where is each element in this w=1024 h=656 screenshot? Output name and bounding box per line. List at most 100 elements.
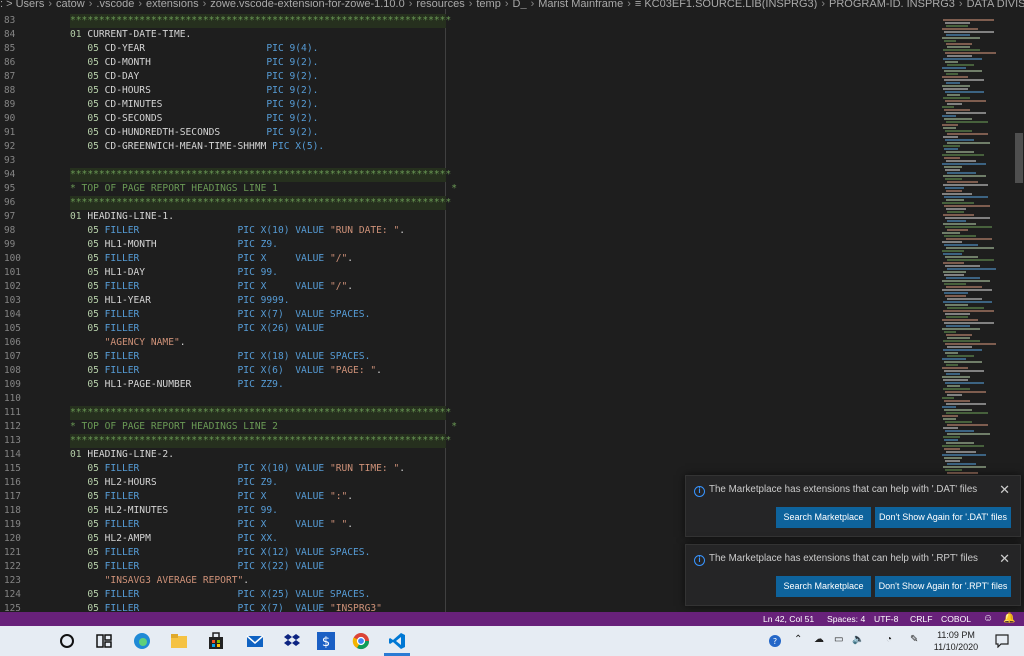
code-line[interactable]: 91 05 CD-HUNDREDTH-SECONDS PIC 9(2). [0, 126, 938, 140]
code-line[interactable]: 107 05 FILLER PIC X(18) VALUE SPACES. [0, 350, 938, 364]
feedback-icon[interactable]: ☺ [983, 612, 993, 626]
code-line[interactable]: 101 05 HL1-DAY PIC 99. [0, 266, 938, 280]
line-number: 102 [4, 281, 21, 292]
line-number: 124 [4, 589, 21, 600]
code-line[interactable]: 114 01 HEADING-LINE-2. [0, 448, 938, 462]
breadcrumb-item[interactable]: ≡ KC03EF1.SOURCE.LIB(INSPRG3) [635, 0, 817, 9]
code-line[interactable]: 98 05 FILLER PIC X(10) VALUE "RUN DATE: … [0, 224, 938, 238]
code-line[interactable]: 83 **************************************… [0, 14, 938, 28]
code-text: 05 HL2-HOURS PIC Z9. [70, 476, 278, 490]
edge-browser-icon[interactable] [133, 632, 151, 650]
code-line[interactable]: 108 05 FILLER PIC X(6) VALUE "PAGE: ". [0, 364, 938, 378]
file-explorer-icon[interactable] [170, 632, 188, 650]
line-number: 99 [4, 239, 16, 250]
code-line[interactable]: 99 05 HL1-MONTH PIC Z9. [0, 238, 938, 252]
code-line[interactable]: 97 01 HEADING-LINE-1. [0, 210, 938, 224]
encoding-setting[interactable]: UTF-8 [874, 612, 898, 626]
breadcrumb-item[interactable]: catow [56, 0, 85, 9]
code-line[interactable]: 94 **************************************… [0, 168, 938, 182]
minimap-line [944, 157, 960, 159]
code-line[interactable]: 89 05 CD-MINUTES PIC 9(2). [0, 98, 938, 112]
code-line[interactable]: 112 * TOP OF PAGE REPORT HEADINGS LINE 2 … [0, 420, 938, 434]
code-line[interactable]: 110 [0, 392, 938, 406]
code-line[interactable]: 103 05 HL1-YEAR PIC 9999. [0, 294, 938, 308]
dont-show-again-button[interactable]: Don't Show Again for '.RPT' files [875, 576, 1011, 597]
code-line[interactable]: 88 05 CD-HOURS PIC 9(2). [0, 84, 938, 98]
pen-icon[interactable]: ✎ [910, 634, 918, 645]
breadcrumb-item[interactable]: .vscode [96, 0, 134, 9]
notifications-bell-icon[interactable]: 🔔 [1003, 612, 1015, 626]
close-icon[interactable]: ✕ [999, 482, 1010, 498]
code-line[interactable]: 105 05 FILLER PIC X(26) VALUE [0, 322, 938, 336]
minimap-line [945, 178, 962, 180]
code-token: PIC X(22) VALUE [237, 561, 325, 572]
chevron-right-icon: › [821, 0, 826, 9]
wifi-icon[interactable]: ◔ [886, 634, 892, 645]
code-line[interactable]: 87 05 CD-DAY PIC 9(2). [0, 70, 938, 84]
cloud-icon[interactable]: ☁ [814, 634, 824, 645]
chevron-right-icon: › [202, 0, 207, 9]
breadcrumb-item[interactable]: Marist Mainframe [538, 0, 623, 9]
battery-icon[interactable]: ▭ [834, 634, 843, 645]
tray-app-icon[interactable]: ? [768, 634, 782, 648]
code-line[interactable]: 109 05 HL1-PAGE-NUMBER PIC ZZ9. [0, 378, 938, 392]
code-token: PIC X VALUE [237, 491, 330, 502]
code-line[interactable]: 100 05 FILLER PIC X VALUE "/". [0, 252, 938, 266]
breadcrumb-item[interactable]: resources [416, 0, 464, 9]
breadcrumb-item[interactable]: extensions [146, 0, 199, 9]
code-line[interactable]: 102 05 FILLER PIC X VALUE "/". [0, 280, 938, 294]
breadcrumb-item[interactable]: temp [476, 0, 500, 9]
code-line[interactable]: 111 *************************************… [0, 406, 938, 420]
code-line[interactable]: 93 [0, 154, 938, 168]
search-circle-icon[interactable] [58, 632, 76, 650]
line-number: 123 [4, 575, 21, 586]
code-token: PIC X(10) VALUE [237, 463, 330, 474]
dont-show-again-button[interactable]: Don't Show Again for '.DAT' files [875, 507, 1011, 528]
minimap-line [945, 187, 964, 189]
minimap-line [947, 346, 972, 348]
close-icon[interactable]: ✕ [999, 551, 1010, 567]
app-dollar-icon[interactable]: $ [317, 632, 335, 650]
mail-icon[interactable] [246, 632, 264, 650]
minimap-line [947, 55, 972, 57]
cursor-position[interactable]: Ln 42, Col 51 [763, 612, 814, 626]
system-clock[interactable]: 11:09 PM 11/10/2020 [928, 629, 984, 653]
dropbox-icon[interactable] [283, 632, 301, 650]
breadcrumb-item[interactable]: PROGRAM-ID. INSPRG3 [829, 0, 955, 9]
code-line[interactable]: 85 05 CD-YEAR PIC 9(4). [0, 42, 938, 56]
code-token: 05 [70, 323, 105, 334]
chrome-icon[interactable] [352, 632, 370, 650]
code-line[interactable]: 90 05 CD-SECONDS PIC 9(2). [0, 112, 938, 126]
code-line[interactable]: 115 05 FILLER PIC X(10) VALUE "RUN TIME:… [0, 462, 938, 476]
code-line[interactable]: 113 *************************************… [0, 434, 938, 448]
task-view-icon[interactable] [95, 632, 113, 650]
code-line[interactable]: 92 05 CD-GREENWICH-MEAN-TIME-SHHMM PIC X… [0, 140, 938, 154]
action-center-icon[interactable] [995, 634, 1009, 648]
code-line[interactable]: 95 * TOP OF PAGE REPORT HEADINGS LINE 1 * [0, 182, 938, 196]
language-mode[interactable]: COBOL [941, 612, 971, 626]
code-line[interactable]: 96 **************************************… [0, 196, 938, 210]
indentation-setting[interactable]: Spaces: 4 [827, 612, 865, 626]
chevron-up-icon[interactable]: ⌃ [794, 634, 802, 645]
code-line[interactable]: 86 05 CD-MONTH PIC 9(2). [0, 56, 938, 70]
minimap-line [944, 370, 984, 372]
code-token: . [347, 491, 354, 502]
code-line[interactable]: 104 05 FILLER PIC X(7) VALUE SPACES. [0, 308, 938, 322]
breadcrumb-item[interactable]: zowe.vscode-extension-for-zowe-1.10.0 [210, 0, 404, 9]
breadcrumb-item[interactable]: DATA DIVISION [967, 0, 1024, 9]
minimap-line [946, 238, 992, 240]
vscode-icon[interactable] [388, 632, 406, 650]
code-token: PIC X VALUE [237, 253, 330, 264]
minimap-line [947, 307, 984, 309]
code-line[interactable]: 106 "AGENCY NAME". [0, 336, 938, 350]
store-icon[interactable] [207, 632, 225, 650]
breadcrumb-item[interactable]: D_ [513, 0, 527, 9]
eol-setting[interactable]: CRLF [910, 612, 932, 626]
volume-icon[interactable]: 🔈 [852, 634, 864, 645]
search-marketplace-button[interactable]: Search Marketplace [776, 576, 871, 597]
search-marketplace-button[interactable]: Search Marketplace [776, 507, 871, 528]
breadcrumb-item[interactable]: : > Users [0, 0, 44, 9]
minimap-line [946, 190, 962, 192]
scrollbar-thumb[interactable] [1015, 133, 1023, 183]
code-line[interactable]: 84 01 CURRENT-DATE-TIME. [0, 28, 938, 42]
